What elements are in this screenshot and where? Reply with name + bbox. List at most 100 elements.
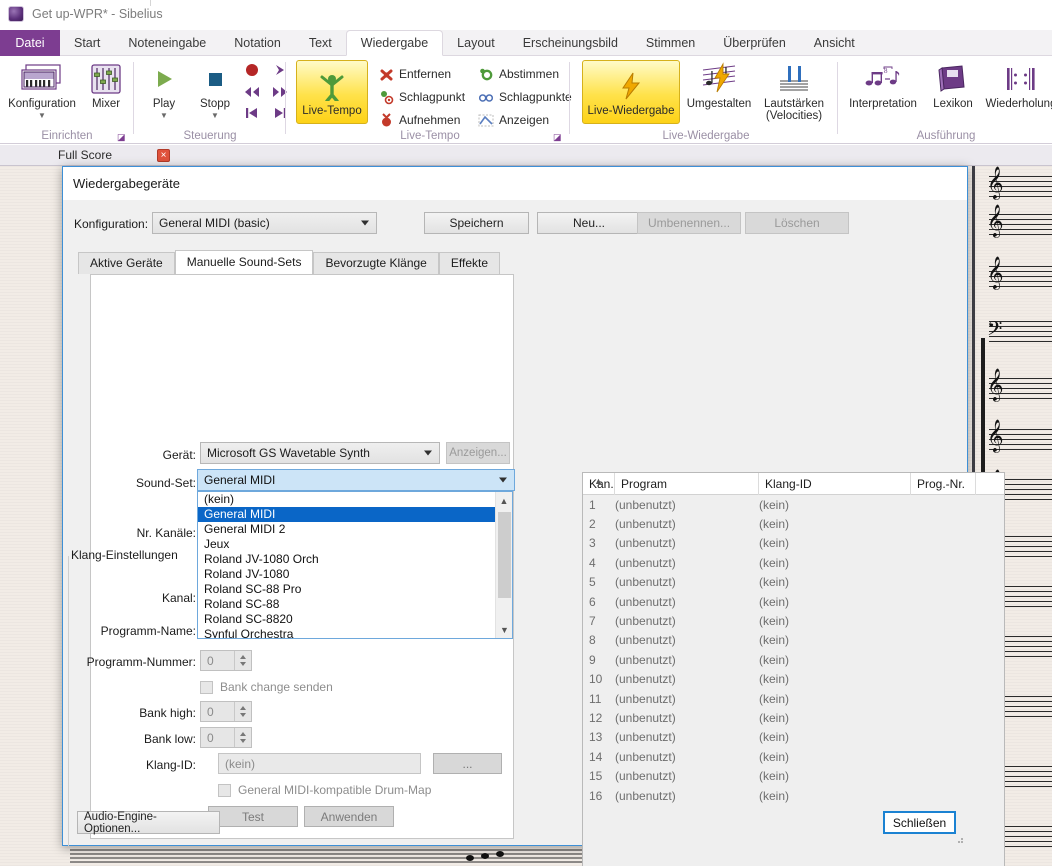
dropdown-option[interactable]: (kein): [198, 492, 497, 507]
bank-change-checkbox[interactable]: Bank change senden: [200, 680, 333, 694]
live-tempo-button[interactable]: Live-Tempo: [296, 60, 368, 124]
abstimmen-button[interactable]: Abstimmen: [478, 66, 559, 82]
chevron-down-icon[interactable]: ▼: [211, 111, 219, 120]
table-row[interactable]: 4 (unbenutzt) (kein): [583, 553, 1004, 572]
schlagpunkte-button[interactable]: Schlagpunkte: [478, 89, 572, 105]
go-to-start-button[interactable]: [244, 105, 260, 121]
schlagpunkt-button[interactable]: Schlagpunkt: [378, 89, 465, 105]
close-icon[interactable]: ×: [157, 148, 171, 162]
chevron-down-icon[interactable]: ▼: [160, 111, 168, 120]
play-button[interactable]: Play ▼: [140, 60, 188, 120]
loeschen-button[interactable]: Löschen: [745, 212, 849, 234]
record-button[interactable]: [244, 62, 260, 78]
umgestalten-button[interactable]: Umgestalten: [684, 60, 754, 110]
table-row[interactable]: 7 (unbenutzt) (kein): [583, 611, 1004, 630]
table-row[interactable]: 14 (unbenutzt) (kein): [583, 747, 1004, 766]
table-row[interactable]: 12 (unbenutzt) (kein): [583, 708, 1004, 727]
table-row[interactable]: 9 (unbenutzt) (kein): [583, 650, 1004, 669]
column-header-klang-id[interactable]: Klang-ID: [759, 472, 911, 495]
document-tab-full-score[interactable]: Full Score ×: [58, 148, 171, 162]
table-row[interactable]: 1 (unbenutzt) (kein): [583, 495, 1004, 514]
audio-engine-optionen-button[interactable]: Audio-Engine-Optionen...: [77, 811, 220, 835]
sound-set-combo[interactable]: General MIDI: [197, 469, 515, 491]
scrollbar-thumb[interactable]: [498, 512, 511, 598]
table-row[interactable]: 15 (unbenutzt) (kein): [583, 766, 1004, 785]
rewind-button[interactable]: [244, 84, 260, 100]
dropdown-option[interactable]: Roland JV-1080: [198, 567, 497, 582]
dialog-launcher-icon[interactable]: ◪: [553, 133, 562, 142]
scroll-down-icon[interactable]: ▼: [496, 621, 512, 638]
lautstaerken-button[interactable]: Lautstärken (Velocities): [756, 60, 832, 122]
dropdown-option[interactable]: Roland SC-8820: [198, 612, 497, 627]
dropdown-option[interactable]: Roland SC-88: [198, 597, 497, 612]
dropdown-option[interactable]: General MIDI 2: [198, 522, 497, 537]
programm-nummer-spinner[interactable]: 0: [200, 650, 252, 671]
live-wiedergabe-button[interactable]: Live-Wiedergabe: [582, 60, 680, 124]
aufnehmen-button[interactable]: Aufnehmen: [378, 112, 460, 128]
table-row[interactable]: 8 (unbenutzt) (kein): [583, 631, 1004, 650]
table-row[interactable]: 10 (unbenutzt) (kein): [583, 670, 1004, 689]
resize-grip[interactable]: [954, 833, 964, 843]
tab-stimmen[interactable]: Stimmen: [632, 30, 709, 56]
klang-id-browse-button[interactable]: ...: [433, 753, 502, 774]
konfiguration-combo[interactable]: General MIDI (basic): [152, 212, 377, 234]
tab-datei[interactable]: Datei: [0, 30, 60, 56]
column-header-program[interactable]: Program: [615, 472, 759, 495]
table-row[interactable]: 16 (unbenutzt) (kein): [583, 786, 1004, 805]
wiederholung-button[interactable]: Wiederholung: [982, 60, 1052, 110]
channel-table[interactable]: ▲ Kan. Program Klang-ID Prog.-Nr. 1 (unbe…: [582, 472, 1005, 866]
table-row[interactable]: 3 (unbenutzt) (kein): [583, 534, 1004, 553]
sound-set-dropdown-list[interactable]: (kein) General MIDI General MIDI 2 Jeux Rola…: [197, 491, 513, 639]
bank-high-spinner[interactable]: 0: [200, 701, 252, 722]
column-header-kan[interactable]: ▲ Kan.: [583, 472, 615, 495]
dropdown-option[interactable]: Jeux: [198, 537, 497, 552]
anwenden-button[interactable]: Anwenden: [304, 806, 394, 827]
mixer-button[interactable]: Mixer: [82, 60, 130, 110]
entfernen-button[interactable]: Entfernen: [378, 66, 451, 82]
column-header-prog-nr[interactable]: Prog.-Nr.: [911, 472, 976, 495]
stopp-button[interactable]: Stopp ▼: [190, 60, 240, 120]
drum-map-checkbox[interactable]: General MIDI-kompatible Drum-Map: [218, 783, 431, 797]
dropdown-scrollbar[interactable]: ▲ ▼: [495, 492, 512, 638]
anzeigen-button[interactable]: Anzeigen...: [446, 442, 510, 464]
klang-id-input[interactable]: (kein): [218, 753, 421, 774]
spinner-buttons[interactable]: [234, 651, 251, 670]
tab-layout[interactable]: Layout: [443, 30, 509, 56]
table-row[interactable]: 13 (unbenutzt) (kein): [583, 728, 1004, 747]
table-row[interactable]: 5 (unbenutzt) (kein): [583, 573, 1004, 592]
dropdown-option[interactable]: Synful Orchestra: [198, 627, 497, 638]
tab-ansicht[interactable]: Ansicht: [800, 30, 869, 56]
tab-start[interactable]: Start: [60, 30, 114, 56]
dialog-tab-aktive-geraete[interactable]: Aktive Geräte: [78, 252, 175, 274]
spinner-buttons[interactable]: [234, 702, 251, 721]
bank-low-spinner[interactable]: 0: [200, 727, 252, 748]
spinner-buttons[interactable]: [234, 728, 251, 747]
geraet-combo[interactable]: Microsoft GS Wavetable Synth: [200, 442, 440, 464]
chevron-down-icon[interactable]: ▼: [38, 111, 46, 120]
tab-erscheinungsbild[interactable]: Erscheinungsbild: [509, 30, 632, 56]
dropdown-option[interactable]: Roland SC-88 Pro: [198, 582, 497, 597]
tab-noteneingabe[interactable]: Noteneingabe: [114, 30, 220, 56]
neu-button[interactable]: Neu...: [537, 212, 641, 234]
dialog-launcher-icon[interactable]: ◪: [117, 133, 126, 142]
scroll-up-icon[interactable]: ▲: [496, 492, 512, 509]
tab-notation[interactable]: Notation: [220, 30, 295, 56]
konfiguration-button[interactable]: Konfiguration ▼: [6, 60, 78, 120]
table-row[interactable]: 2 (unbenutzt) (kein): [583, 514, 1004, 533]
table-row[interactable]: 11 (unbenutzt) (kein): [583, 689, 1004, 708]
dialog-tab-effekte[interactable]: Effekte: [438, 252, 500, 274]
test-button[interactable]: Test: [208, 806, 298, 827]
anzeigen-button[interactable]: Anzeigen: [478, 112, 549, 128]
table-row[interactable]: 6 (unbenutzt) (kein): [583, 592, 1004, 611]
lexikon-button[interactable]: Lexikon: [924, 60, 982, 110]
dropdown-option[interactable]: Roland JV-1080 Orch: [198, 552, 497, 567]
speichern-button[interactable]: Speichern: [424, 212, 529, 234]
dropdown-option[interactable]: General MIDI: [198, 507, 497, 522]
dialog-tab-manuelle-sound-sets[interactable]: Manuelle Sound-Sets: [174, 250, 314, 274]
umbenennen-button[interactable]: Umbenennen...: [637, 212, 741, 234]
tab-ueberpruefen[interactable]: Überprüfen: [709, 30, 800, 56]
dialog-tab-bevorzugte-klaenge[interactable]: Bevorzugte Klänge: [313, 252, 439, 274]
tab-text[interactable]: Text: [295, 30, 346, 56]
tab-wiedergabe[interactable]: Wiedergabe: [345, 30, 444, 56]
schliessen-button[interactable]: Schließen: [883, 811, 956, 834]
